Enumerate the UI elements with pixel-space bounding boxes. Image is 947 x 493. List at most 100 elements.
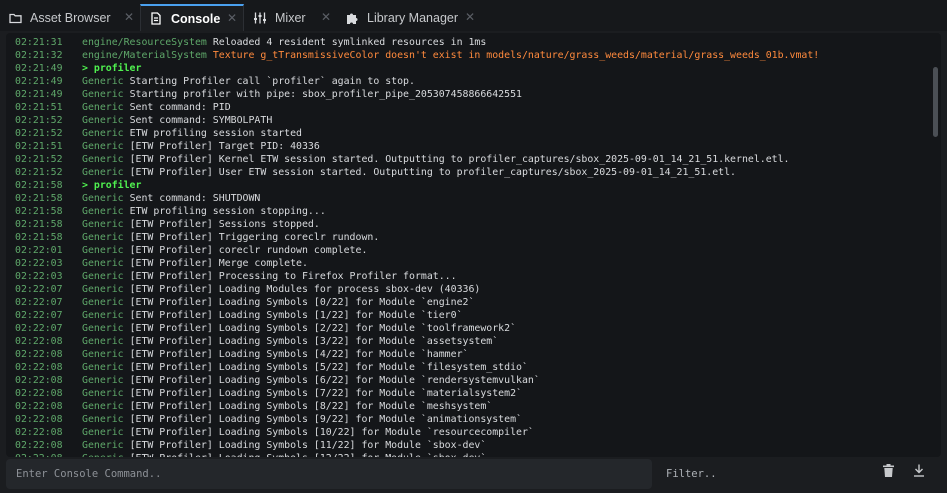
log-row: 02:22:08 Generic [ETW Profiler] Loading S… (15, 361, 927, 374)
log-row: 02:21:49 Generic Starting Profiler call `… (15, 75, 927, 88)
log-timestamp: 02:22:03 (15, 258, 63, 269)
log-message: [ETW Profiler] Loading Symbols [1/22] fo… (129, 310, 463, 321)
console-command-input[interactable] (6, 459, 652, 489)
log-message: [ETW Profiler] Target PID: 40336 (129, 141, 320, 152)
log-source: Generic (82, 427, 124, 438)
tab-close-button[interactable]: ✕ (227, 11, 237, 25)
tab-label: Library Manager (367, 10, 459, 25)
log-message: [ETW Profiler] Loading Symbols [7/22] fo… (129, 388, 522, 399)
log-source: Generic (82, 297, 124, 308)
log-timestamp: 02:21:52 (15, 167, 63, 178)
log-source: Generic (82, 245, 124, 256)
log-message: [ETW Profiler] Loading Symbols [3/22] fo… (129, 336, 499, 347)
editor-window: Asset Browser ✕ Console ✕ Mixer ✕ Librar… (0, 0, 947, 493)
log-source: Generic (82, 336, 124, 347)
log-row: 02:22:07 Generic [ETW Profiler] Loading S… (15, 296, 927, 309)
log-row: 02:21:58 > profiler (15, 179, 927, 192)
console-output[interactable]: 02:21:31 engine/ResourceSystem Reloaded 4… (6, 33, 941, 457)
tab-close-button[interactable]: ✕ (124, 10, 134, 24)
tab-close-button[interactable]: ✕ (321, 10, 331, 24)
log-row: 02:22:08 Generic [ETW Profiler] Loading S… (15, 335, 927, 348)
log-source: Generic (82, 102, 124, 113)
log-row: 02:22:08 Generic [ETW Profiler] Loading S… (15, 439, 927, 452)
log-row: 02:21:51 Generic [ETW Profiler] Target PI… (15, 140, 927, 153)
tab-asset-browser[interactable]: Asset Browser ✕ (0, 5, 140, 30)
tab-label: Asset Browser (30, 10, 111, 25)
log-row: 02:22:08 Generic [ETW Profiler] Loading S… (15, 413, 927, 426)
log-source: Generic (82, 440, 124, 451)
log-source: Generic (82, 284, 124, 295)
tab-console[interactable]: Console ✕ (140, 4, 244, 31)
log-timestamp: 02:22:07 (15, 310, 63, 321)
log-message: Starting Profiler call `profiler` again … (129, 76, 415, 87)
log-row: 02:21:49 > profiler (15, 62, 927, 75)
trash-icon (882, 464, 894, 482)
log-row: 02:21:58 Generic Sent command: SHUTDOWN (15, 192, 927, 205)
tab-close-button[interactable]: ✕ (465, 10, 475, 24)
log-timestamp: 02:21:49 (15, 76, 63, 87)
log-message: [ETW Profiler] Loading Symbols [4/22] fo… (129, 349, 469, 360)
log-timestamp: 02:22:08 (15, 336, 63, 347)
log-source: engine/ResourceSystem (82, 37, 207, 48)
log-source: Generic (82, 323, 124, 334)
log-source: Generic (82, 141, 124, 152)
log-timestamp: 02:21:58 (15, 193, 63, 204)
log-message: [ETW Profiler] Loading Symbols [11/22] f… (129, 440, 487, 451)
log-message: [ETW Profiler] coreclr rundown complete. (129, 245, 368, 256)
log-row: 02:21:31 engine/ResourceSystem Reloaded 4… (15, 36, 927, 49)
log-timestamp: 02:21:58 (15, 219, 63, 230)
log-message: [ETW Profiler] Loading Symbols [2/22] fo… (129, 323, 517, 334)
log-timestamp: 02:21:52 (15, 128, 63, 139)
log-message: [ETW Profiler] User ETW session started.… (129, 167, 736, 178)
tab-label: Mixer (275, 10, 306, 25)
log-timestamp: 02:22:07 (15, 297, 63, 308)
log-timestamp: 02:22:08 (15, 388, 63, 399)
log-timestamp: 02:21:32 (15, 50, 63, 61)
log-timestamp: 02:22:08 (15, 414, 63, 425)
log-row: 02:21:58 Generic [ETW Profiler] Triggerin… (15, 231, 927, 244)
log-source: Generic (82, 89, 124, 100)
save-log-button[interactable] (910, 464, 928, 482)
log-source: Generic (82, 206, 124, 217)
log-message: [ETW Profiler] Loading Symbols [9/22] fo… (129, 414, 522, 425)
log-row: 02:22:03 Generic [ETW Profiler] Merge com… (15, 257, 927, 270)
log-message: Sent command: PID (129, 102, 231, 113)
log-row: 02:22:07 Generic [ETW Profiler] Loading S… (15, 309, 927, 322)
download-icon (913, 464, 925, 482)
puzzle-icon (345, 11, 359, 25)
log-source: engine/MaterialSystem (82, 50, 207, 61)
log-message: [ETW Profiler] Kernel ETW session starte… (129, 154, 790, 165)
log-timestamp: 02:22:03 (15, 271, 63, 282)
log-timestamp: 02:21:58 (15, 232, 63, 243)
tab-bar: Asset Browser ✕ Console ✕ Mixer ✕ Librar… (0, 0, 947, 31)
log-timestamp: 02:22:08 (15, 349, 63, 360)
log-timestamp: 02:22:07 (15, 284, 63, 295)
log-timestamp: 02:21:58 (15, 206, 63, 217)
tab-mixer[interactable]: Mixer ✕ (245, 5, 337, 30)
log-source: Generic (82, 414, 124, 425)
tab-library-manager[interactable]: Library Manager ✕ (337, 5, 481, 30)
log-timestamp: 02:21:52 (15, 115, 63, 126)
filter-input[interactable] (658, 459, 868, 489)
folder-icon (8, 11, 22, 25)
log-row: 02:22:08 Generic [ETW Profiler] Loading S… (15, 387, 927, 400)
console-scrollbar[interactable] (933, 67, 938, 137)
log-timestamp: 02:21:49 (15, 63, 63, 74)
log-message: > profiler (82, 180, 142, 191)
log-source: Generic (82, 76, 124, 87)
log-source: Generic (82, 388, 124, 399)
clear-console-button[interactable] (879, 464, 897, 482)
log-row: 02:22:03 Generic [ETW Profiler] Processin… (15, 270, 927, 283)
log-message: Reloaded 4 resident symlinked resources … (212, 37, 487, 48)
log-timestamp: 02:22:08 (15, 375, 63, 386)
log-source: Generic (82, 232, 124, 243)
log-row: 02:22:08 Generic [ETW Profiler] Loading S… (15, 400, 927, 413)
log-message: > profiler (82, 63, 142, 74)
tab-label: Console (171, 11, 221, 26)
log-timestamp: 02:21:51 (15, 141, 63, 152)
log-timestamp: 02:21:52 (15, 154, 63, 165)
log-message: [ETW Profiler] Loading Symbols [5/22] fo… (129, 362, 528, 373)
log-row: 02:21:58 Generic [ETW Profiler] Sessions … (15, 218, 927, 231)
log-message: Starting profiler with pipe: sbox_profil… (129, 89, 522, 100)
log-message: ETW profiling session stopping... (129, 206, 326, 217)
